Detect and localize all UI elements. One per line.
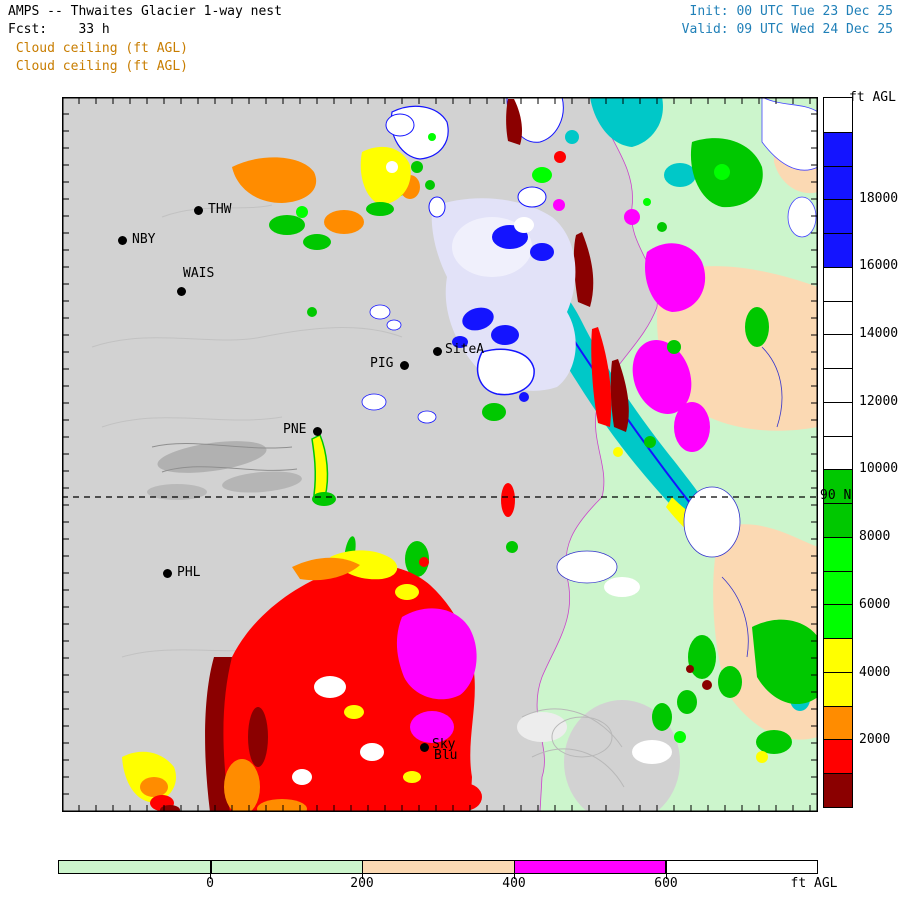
colorbar-bottom-tick-400: 400 [502,876,526,891]
station-label-NBY: NBY [132,232,156,247]
cloud-ceiling-map-canvas [62,97,818,812]
colorbar-right-cell-9 [824,401,852,436]
colorbar-right [823,97,853,808]
colorbar-right-tick-12000: 12000 [859,393,899,409]
reference-line-label: 90 N [820,488,852,503]
colorbar-bottom-segment-3 [513,861,666,873]
station-label-SiteA: SiteA [445,342,485,357]
colorbar-right-cell-6 [824,300,852,335]
colorbar-bottom-tick-600: 600 [654,876,678,891]
colorbar-right-cell-2 [824,165,852,200]
colorbar-right-cell-16 [824,638,852,672]
colorbar-bottom-segment-4 [665,861,817,873]
colorbar-right-cell-19 [824,739,852,773]
colorbar-right-cell-7 [824,334,852,368]
colorbar-right-cell-0 [824,98,852,132]
colorbar-bottom-segment-0 [59,861,211,873]
station-marker-NBY [117,235,127,245]
station-marker-THW [193,205,203,215]
colorbar-right-cell-13 [824,536,852,571]
colorbar-right-tick-10000: 10000 [859,461,899,477]
colorbar-right-tick-14000: 14000 [859,326,899,341]
station-label-PIG: PIG [370,356,394,371]
station-marker-Sky [419,742,429,752]
colorbar-right-cell-4 [824,233,852,267]
station-marker-SiteA [432,346,442,356]
colorbar-right-cell-20 [824,773,852,807]
colorbar-right-unit-label: ft AGL [849,90,896,105]
colorbar-right-cell-3 [824,199,852,233]
colorbar-right-cell-14 [824,570,852,605]
colorbar-right-cell-12 [824,503,852,537]
valid-time-label: Valid: 09 UTC Wed 24 Dec 25 [681,22,893,37]
colorbar-bottom-unit-label: ft AGL [790,876,838,891]
station-label-PNE: PNE [283,422,307,437]
station-label-PHL: PHL [177,565,201,580]
station-marker-WAIS [176,286,186,296]
init-time-label: Init: 00 UTC Tue 23 Dec 25 [689,4,894,19]
colorbar-right-tick-16000: 16000 [859,258,899,274]
colorbar-right-cell-8 [824,368,852,402]
forecast-hour-label: Fcst: 33 h [8,22,110,37]
colorbar-right-cell-1 [824,131,852,166]
colorbar-right-tick-4000: 4000 [859,664,891,680]
colorbar-right-cell-18 [824,705,852,740]
colorbar-right-tick-18000: 18000 [859,190,899,206]
station-label-THW: THW [208,202,232,217]
colorbar-bottom-segment-2 [362,861,514,873]
forecast-map: THW NBY WAIS SiteA PIG PNE PHL Sky Blu [62,97,818,812]
colorbar-right-tick-2000: 2000 [859,732,891,748]
colorbar-bottom [58,860,818,874]
colorbar-bottom-segment-1 [210,861,363,873]
colorbar-right-tick-8000: 8000 [859,529,891,545]
station-marker-PNE [312,426,322,436]
colorbar-right-tick-6000: 6000 [859,596,891,612]
station-marker-PIG [399,360,409,370]
colorbar-bottom-tick-200: 200 [350,876,374,891]
colorbar-right-cell-17 [824,671,852,706]
colorbar-right-cell-10 [824,435,852,470]
station-label-Blu: Blu [434,748,458,763]
plot-title: AMPS -- Thwaites Glacier 1-way nest [8,4,282,19]
colorbar-right-cell-15 [824,604,852,638]
amps-forecast-plot: AMPS -- Thwaites Glacier 1-way nest Fcst… [0,0,900,900]
colorbar-bottom-tick-0: 0 [206,876,214,891]
station-label-WAIS: WAIS [183,266,215,281]
field-label-1: Cloud ceiling (ft AGL) [8,41,189,56]
station-marker-PHL [162,568,172,578]
field-label-2: Cloud ceiling (ft AGL) [8,59,189,74]
colorbar-right-cell-5 [824,266,852,301]
